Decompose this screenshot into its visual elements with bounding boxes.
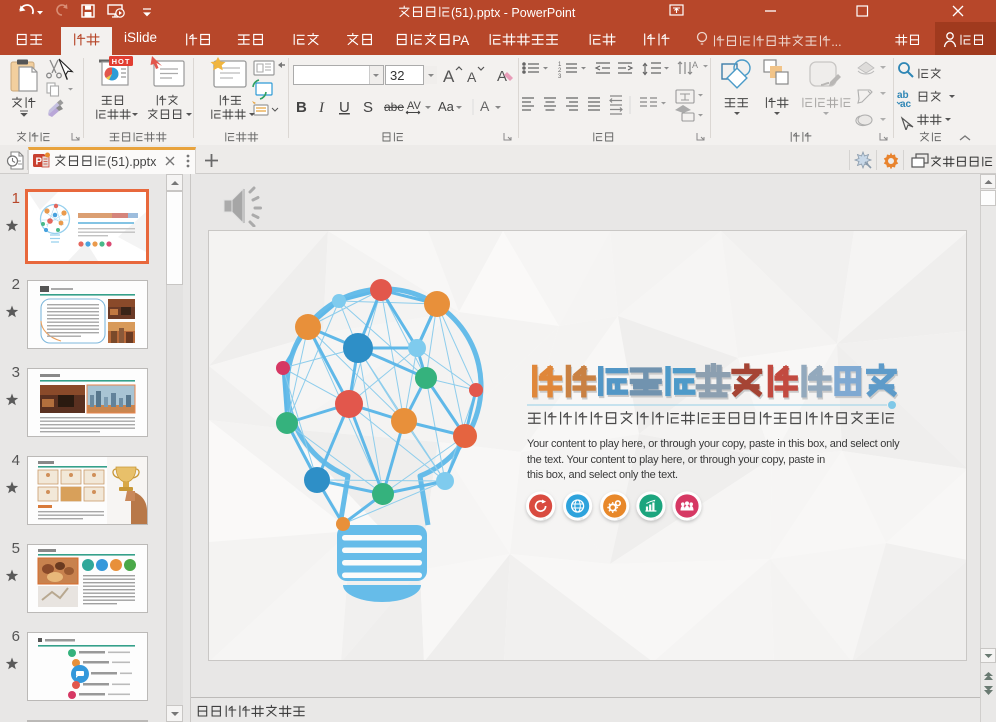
svg-text:AV: AV — [407, 100, 422, 112]
svg-text:U: U — [339, 99, 350, 116]
svg-text:3: 3 — [558, 74, 562, 80]
svg-text:ac: ac — [900, 99, 912, 110]
svg-text:B: B — [296, 99, 307, 116]
svg-text:S: S — [363, 99, 373, 116]
svg-text:A: A — [443, 67, 455, 86]
svg-text:...: ... — [831, 35, 841, 49]
svg-text:I: I — [318, 100, 325, 116]
svg-text:A: A — [692, 60, 698, 70]
svg-text:P: P — [36, 157, 43, 168]
svg-text:(51).pptx: (51).pptx — [107, 155, 157, 169]
svg-text:PA: PA — [453, 33, 470, 48]
svg-text:A: A — [467, 69, 477, 85]
svg-text:HOT: HOT — [112, 57, 131, 66]
svg-text:Aa: Aa — [438, 99, 455, 114]
svg-text:abe: abe — [384, 100, 404, 114]
svg-text:(51).pptx - PowerPoint: (51).pptx - PowerPoint — [451, 6, 576, 20]
svg-text:A: A — [480, 98, 490, 114]
